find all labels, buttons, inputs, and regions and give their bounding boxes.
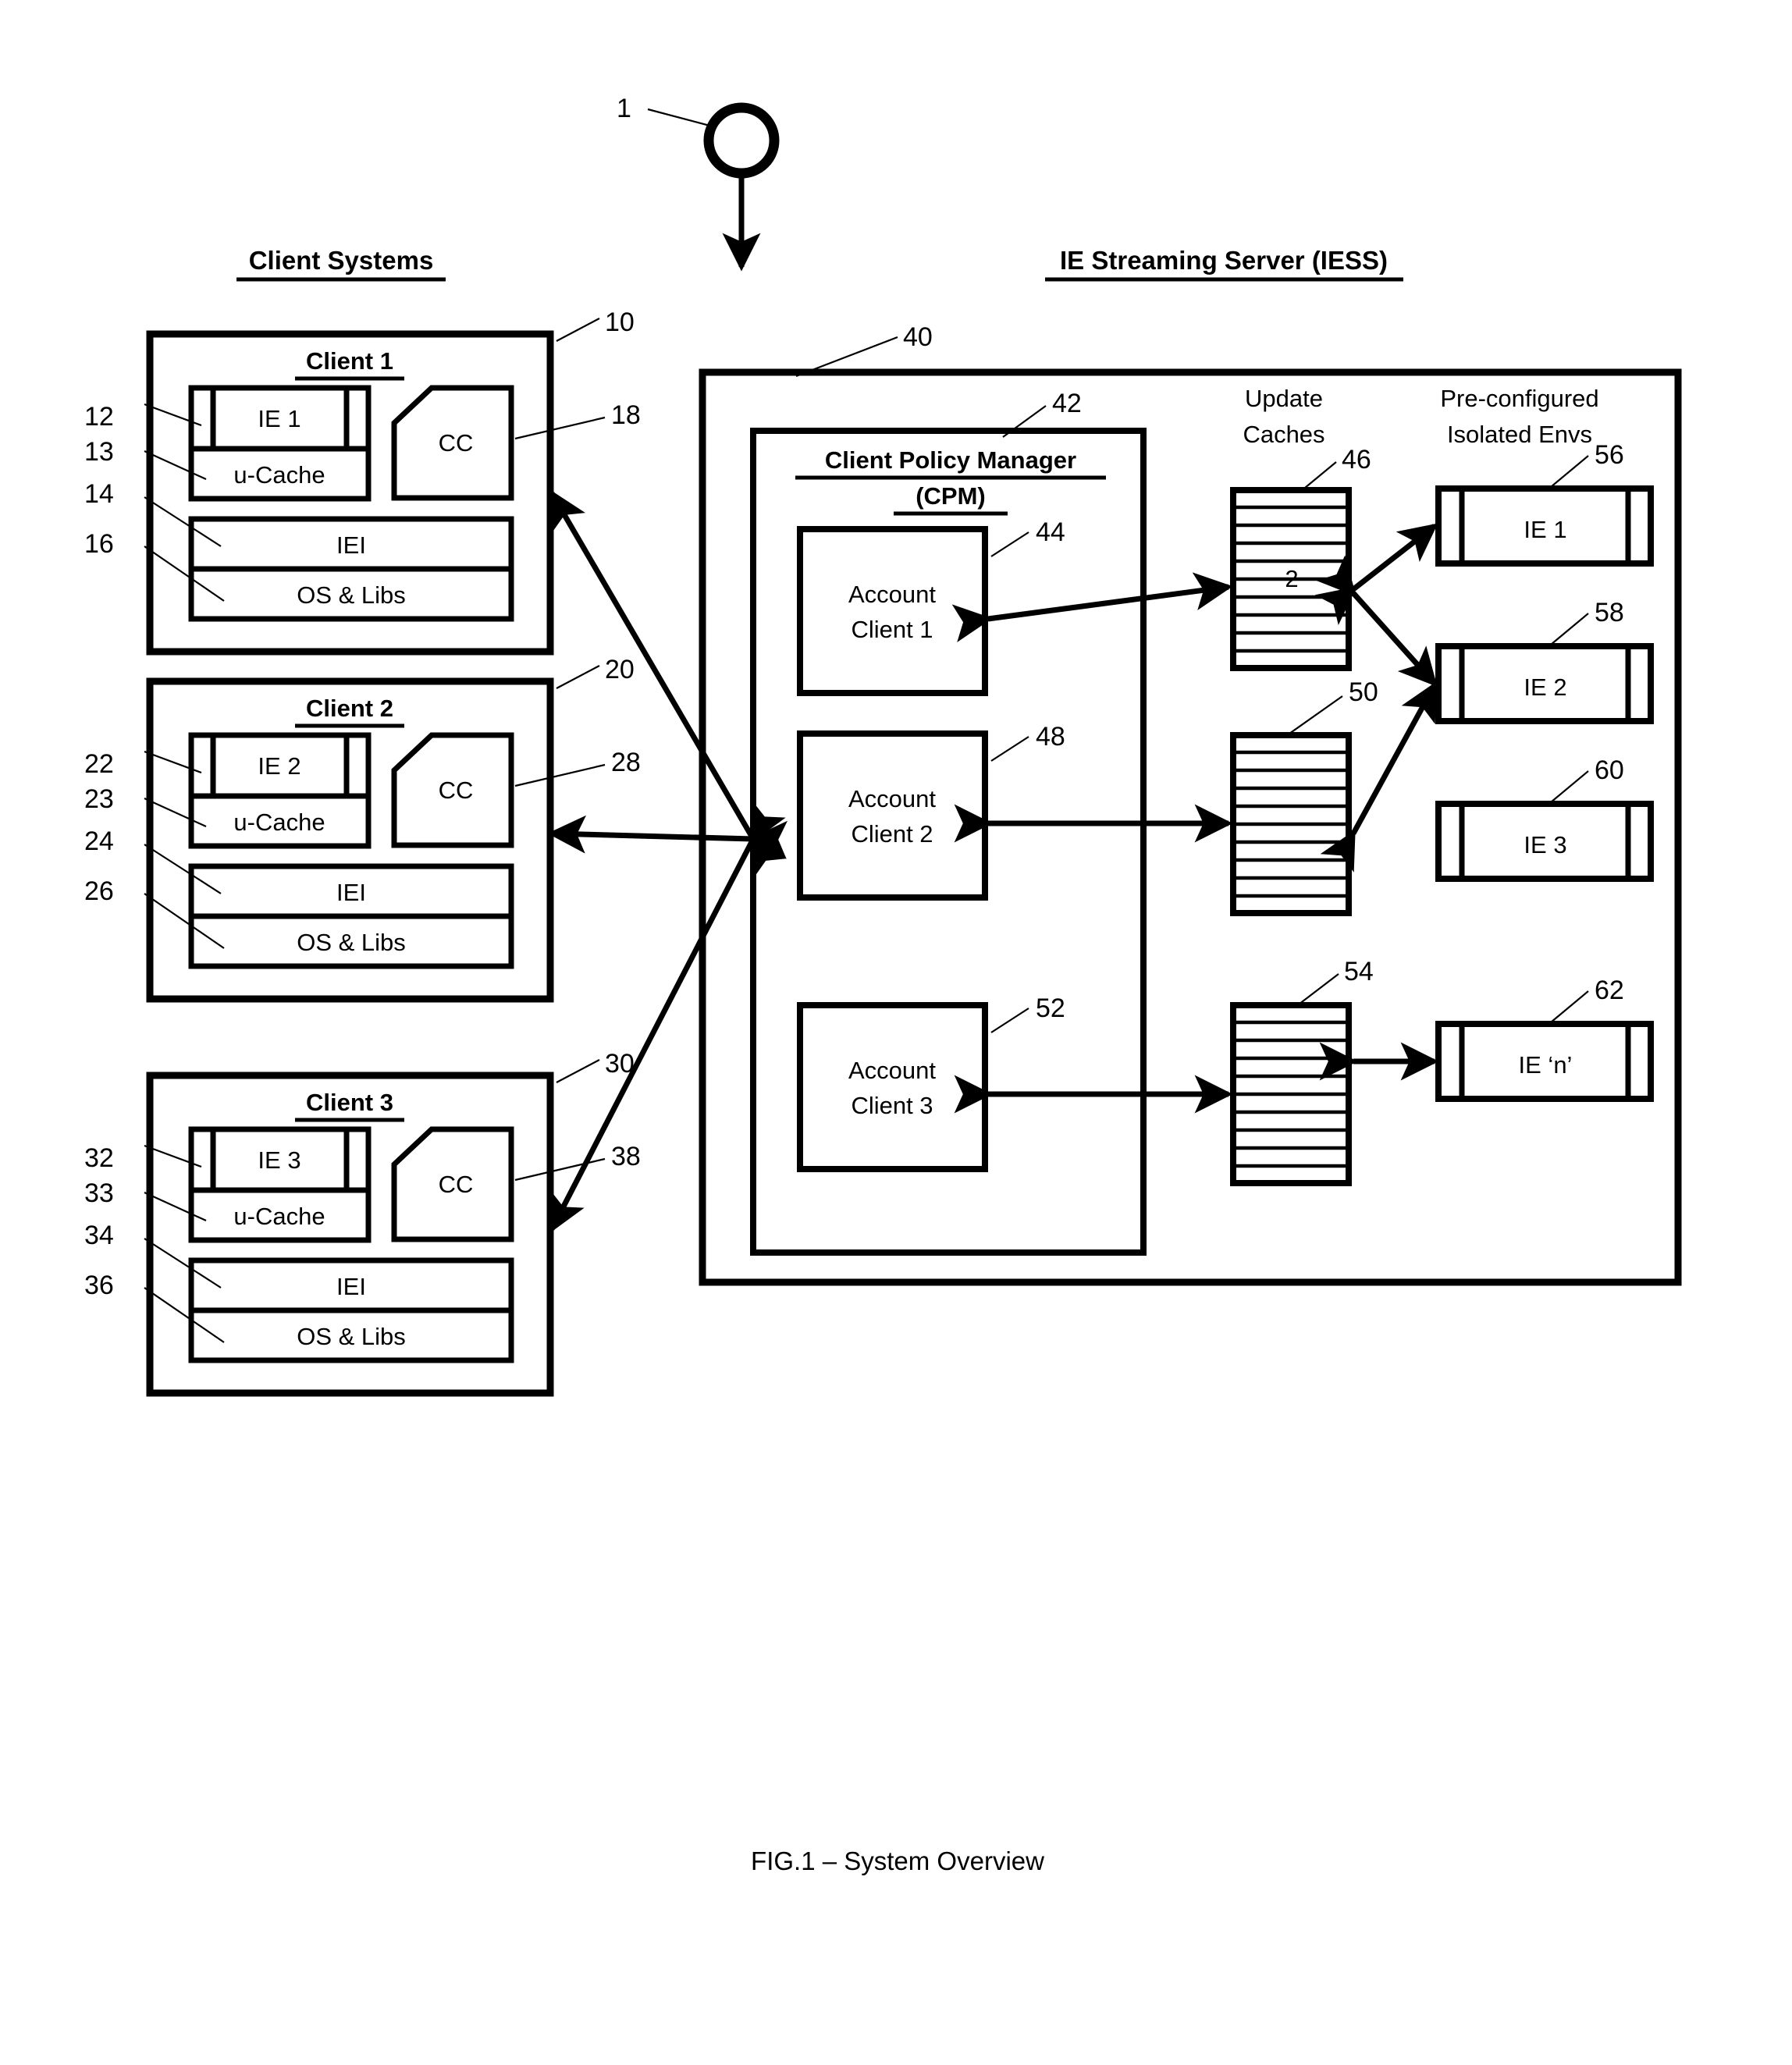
ref-58: 58	[1595, 598, 1624, 627]
client-3-cc-label: CC	[439, 1171, 474, 1198]
root-leader	[647, 108, 716, 129]
ref-20: 20	[605, 655, 635, 684]
account-client-2-line2: Client 2	[851, 820, 933, 848]
account-client-2-box[interactable]	[797, 730, 988, 901]
figure-caption: FIG.1 – System Overview	[751, 1846, 1044, 1875]
ref-56: 56	[1595, 440, 1624, 470]
ref-42: 42	[1052, 389, 1082, 418]
header-client-systems: Client Systems	[236, 246, 446, 282]
ref-16: 16	[84, 529, 114, 559]
client-3-ie-label: IE 3	[258, 1146, 300, 1174]
ref-12: 12	[84, 402, 114, 432]
client-1-ucache-label: u-Cache	[233, 461, 325, 489]
iess-server[interactable]: 40 Client Policy Manager (CPM) 42 Accoun…	[699, 322, 1682, 1286]
client-1-iei-label: IEI	[336, 531, 366, 559]
client-2-outer-leader	[556, 665, 600, 689]
ref-23: 23	[84, 784, 114, 814]
ref-50: 50	[1349, 677, 1378, 707]
cpm-title-line2: (CPM)	[916, 482, 986, 510]
ref-60: 60	[1595, 755, 1624, 785]
header-client-systems-label: Client Systems	[249, 246, 434, 275]
client-3-outer-leader	[556, 1059, 600, 1083]
account-client-1-line1: Account	[848, 581, 936, 608]
ref-44: 44	[1036, 517, 1065, 547]
ref-24: 24	[84, 826, 114, 856]
isolated-env-62-label: IE ‘n’	[1519, 1051, 1573, 1079]
account-client-3-box[interactable]	[797, 1002, 988, 1172]
client-3-ucache-label: u-Cache	[233, 1203, 325, 1230]
client-1-ie-label: IE 1	[258, 405, 300, 432]
header-iess: IE Streaming Server (IESS)	[1045, 246, 1403, 282]
ref-40: 40	[903, 322, 933, 352]
cpm-title-line1: Client Policy Manager	[825, 446, 1076, 474]
header-iess-label: IE Streaming Server (IESS)	[1060, 246, 1388, 275]
ref-26: 26	[84, 876, 114, 906]
ref-10: 10	[605, 307, 635, 337]
client-1-title: Client 1	[306, 347, 393, 375]
isolated-envs-header-line2: Isolated Envs	[1447, 421, 1592, 448]
client-system-2[interactable]: Client 2 IE 2 u-Cache CC IEI OS & Libs 2…	[84, 655, 641, 1003]
account-client-1-box[interactable]	[797, 526, 988, 696]
ref-33: 33	[84, 1178, 114, 1208]
ref-48: 48	[1036, 722, 1065, 752]
ref-52: 52	[1036, 993, 1065, 1023]
client-1-os-label: OS & Libs	[297, 581, 406, 609]
client-2-os-label: OS & Libs	[297, 929, 406, 956]
ref-18: 18	[611, 400, 641, 430]
figure-canvas: 1 Client Systems IE Streaming Server (IE…	[84, 94, 1682, 1875]
ref-34: 34	[84, 1221, 114, 1250]
client-2-iei-label: IEI	[336, 879, 366, 906]
ref-14: 14	[84, 479, 114, 509]
isolated-env-60-label: IE 3	[1524, 831, 1566, 858]
ref-36: 36	[84, 1271, 114, 1300]
client-2-title: Client 2	[306, 695, 393, 722]
account-client-3-line2: Client 3	[851, 1092, 933, 1119]
ref-1: 1	[617, 94, 631, 123]
account-client-2-line1: Account	[848, 785, 936, 812]
update-caches-header-line2: Caches	[1243, 421, 1324, 448]
isolated-env-58-label: IE 2	[1524, 674, 1566, 701]
ref-22: 22	[84, 749, 114, 779]
ref-13: 13	[84, 437, 114, 467]
client-1-outer-leader	[556, 318, 600, 342]
client-3-iei-label: IEI	[336, 1273, 366, 1300]
ref-32: 32	[84, 1143, 114, 1173]
client-3-os-label: OS & Libs	[297, 1323, 406, 1350]
client-1-cc-label: CC	[439, 429, 474, 457]
update-cache-46-value: 2	[1285, 565, 1298, 592]
ref-54: 54	[1344, 957, 1374, 986]
client-2-cc-label: CC	[439, 777, 474, 804]
ref-38: 38	[611, 1142, 641, 1171]
account-client-3-line1: Account	[848, 1057, 936, 1084]
root-circle	[703, 102, 780, 179]
ref-62: 62	[1595, 976, 1624, 1005]
client-system-1[interactable]: Client 1 IE 1 u-Cache CC IEI OS & Libs 1…	[84, 307, 641, 656]
account-client-1-line2: Client 1	[851, 616, 933, 643]
root-system-marker: 1	[617, 94, 780, 272]
ref-28: 28	[611, 748, 641, 777]
isolated-envs-header-line1: Pre-configured	[1440, 385, 1598, 412]
ref-46: 46	[1342, 445, 1371, 474]
client-3-title: Client 3	[306, 1089, 393, 1116]
client-2-ie-label: IE 2	[258, 752, 300, 780]
client-2-ucache-label: u-Cache	[233, 809, 325, 836]
update-caches-header-line1: Update	[1245, 385, 1323, 412]
isolated-env-56-label: IE 1	[1524, 516, 1566, 543]
